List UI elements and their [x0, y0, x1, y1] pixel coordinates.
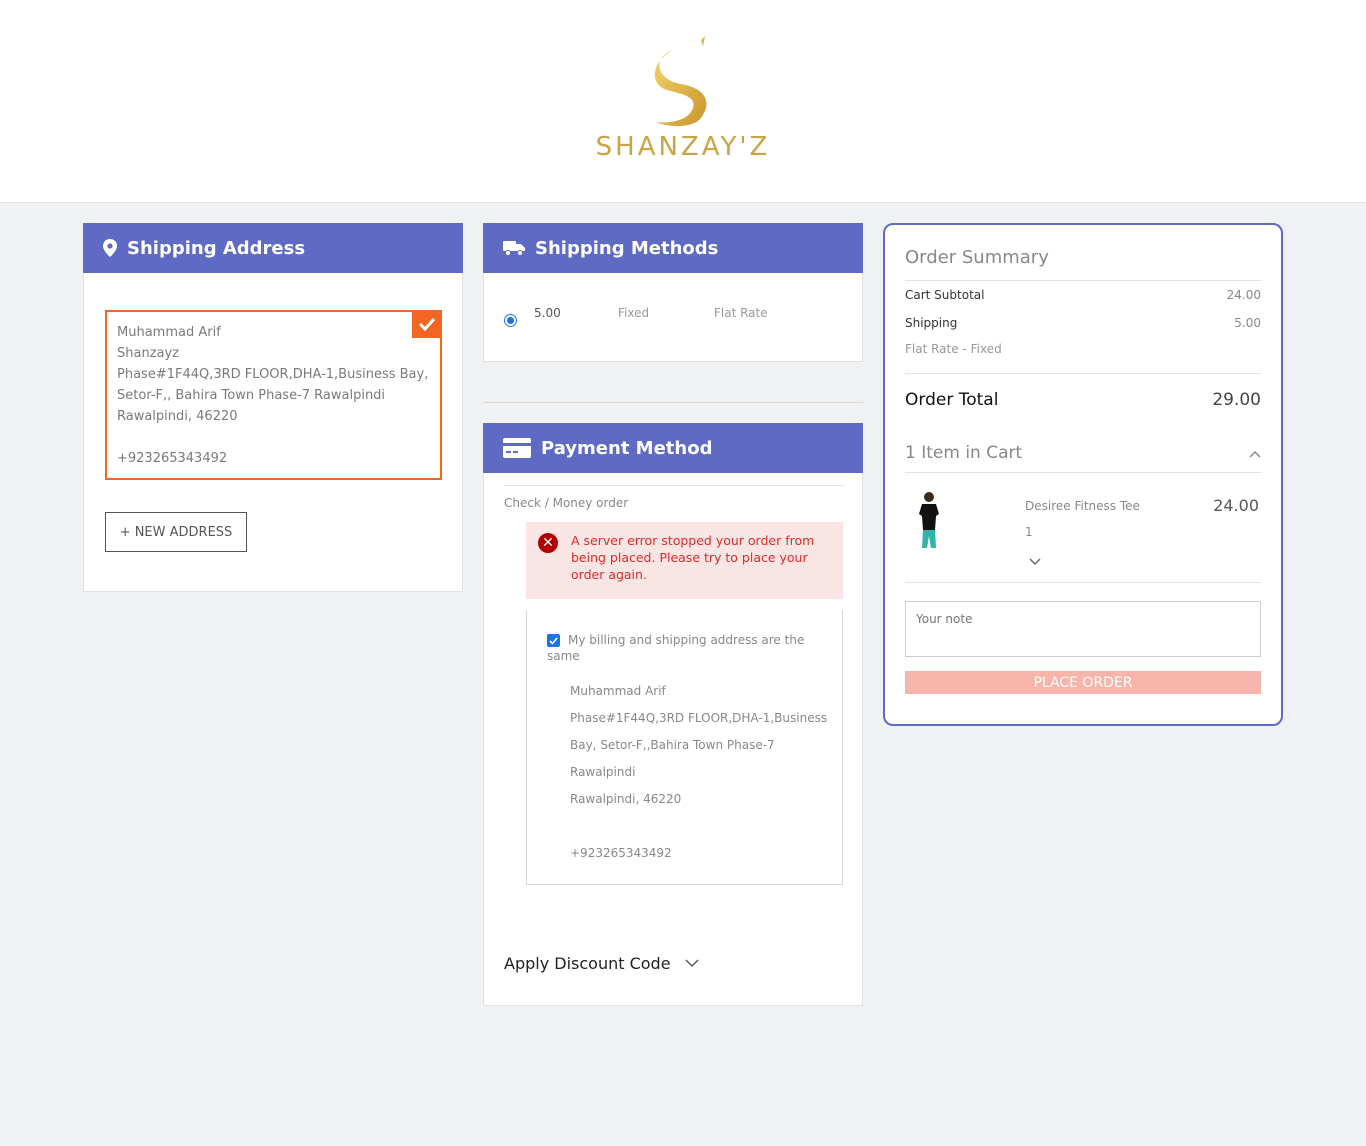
order-total-row: Order Total 29.00	[905, 390, 1261, 410]
address-street: Phase#1F44Q,3RD FLOOR,DHA-1,Business Bay…	[117, 367, 429, 403]
summary-divider	[905, 373, 1261, 374]
shipping-methods-header: Shipping Methods	[483, 223, 863, 273]
payment-method-label: Check / Money order	[504, 496, 629, 510]
shipping-method-radio[interactable]	[504, 314, 517, 327]
new-address-button[interactable]: + NEW ADDRESS	[105, 512, 247, 552]
address-city-zip: Rawalpindi, 46220	[117, 409, 238, 424]
shipping-value: 5.00	[1234, 316, 1261, 330]
shipping-row: Shipping 5.00	[905, 316, 1261, 330]
selected-address-card[interactable]: Muhammad Arif Shanzayz Phase#1F44Q,3RD F…	[105, 310, 442, 480]
order-total-value: 29.00	[1212, 390, 1261, 410]
product-qty: 1	[1025, 525, 1033, 539]
shipping-method-type: Fixed	[618, 306, 650, 320]
address-name: Muhammad Arif	[117, 325, 221, 340]
payment-method-header: Payment Method	[483, 423, 863, 473]
order-summary-panel: Order Summary Cart Subtotal 24.00 Shippi…	[883, 223, 1283, 726]
shipping-address-header: Shipping Address	[83, 223, 463, 273]
cart-items-label: 1 Item in Cart	[905, 443, 1023, 463]
product-image[interactable]	[909, 490, 949, 550]
shipping-methods-title: Shipping Methods	[535, 237, 719, 259]
summary-divider	[905, 472, 1261, 473]
billing-address: Muhammad Arif Phase#1F44Q,3RD FLOOR,DHA-…	[570, 678, 830, 867]
billing-same-label[interactable]: My billing and shipping address are the …	[547, 632, 817, 664]
order-note-input[interactable]	[905, 601, 1261, 657]
order-total-label: Order Total	[905, 390, 999, 410]
error-text: A server error stopped your order from b…	[571, 533, 815, 582]
billing-city-zip: Rawalpindi, 46220	[570, 792, 682, 806]
brand-logo[interactable]: SHANZAY'Z	[583, 36, 783, 166]
brand-name: SHANZAY'Z	[595, 132, 771, 162]
product-name: Desiree Fitness Tee	[1025, 499, 1140, 513]
section-divider	[483, 402, 863, 403]
summary-divider	[905, 582, 1261, 583]
header: SHANZAY'Z	[0, 0, 1366, 203]
shipping-address-title: Shipping Address	[127, 237, 306, 259]
payment-separator	[504, 485, 844, 486]
error-message: ✕ A server error stopped your order from…	[526, 522, 843, 599]
shipping-method-carrier: Flat Rate	[714, 306, 768, 320]
billing-line1: Phase#1F44Q,3RD FLOOR,DHA-1,Business	[570, 711, 828, 725]
billing-phone: +923265343492	[570, 846, 672, 860]
map-pin-icon	[103, 239, 117, 257]
truck-icon	[503, 240, 525, 256]
error-icon: ✕	[538, 533, 558, 553]
address-company: Shanzayz	[117, 346, 180, 361]
shipping-method-name: Flat Rate - Fixed	[905, 342, 1002, 356]
s-logo-icon	[654, 36, 707, 127]
subtotal-label: Cart Subtotal	[905, 288, 985, 302]
billing-address-box: My billing and shipping address are the …	[526, 610, 843, 885]
apply-discount-toggle[interactable]: Apply Discount Code	[504, 954, 699, 973]
chevron-down-icon	[685, 959, 699, 968]
place-order-button[interactable]: PLACE ORDER	[905, 671, 1261, 694]
apply-discount-label: Apply Discount Code	[504, 954, 671, 973]
billing-name: Muhammad Arif	[570, 684, 666, 698]
chevron-up-icon	[1249, 443, 1261, 463]
payment-method-title: Payment Method	[541, 437, 713, 459]
order-summary-title: Order Summary	[905, 247, 1049, 268]
shipping-methods-panel: Shipping Methods 5.00 Fixed Flat Rate	[483, 223, 863, 362]
product-price: 24.00	[1213, 496, 1259, 515]
payment-method-panel: Payment Method Check / Money order ✕ A s…	[483, 423, 863, 1006]
checkmark-icon	[412, 310, 442, 338]
billing-line3: Rawalpindi	[570, 765, 636, 779]
chevron-down-icon[interactable]	[1029, 551, 1041, 570]
cart-items-toggle[interactable]: 1 Item in Cart	[905, 443, 1261, 463]
shipping-label: Shipping	[905, 316, 958, 330]
shipping-method-price: 5.00	[534, 306, 561, 320]
shipping-address-panel: Shipping Address Muhammad Arif Shanzayz …	[83, 223, 463, 592]
subtotal-row: Cart Subtotal 24.00	[905, 288, 1261, 302]
summary-divider	[905, 280, 1261, 281]
address-phone: +923265343492	[117, 451, 228, 466]
billing-line2: Bay, Setor-F,,Bahira Town Phase-7	[570, 738, 775, 752]
credit-card-icon	[503, 438, 531, 458]
subtotal-value: 24.00	[1226, 288, 1261, 302]
